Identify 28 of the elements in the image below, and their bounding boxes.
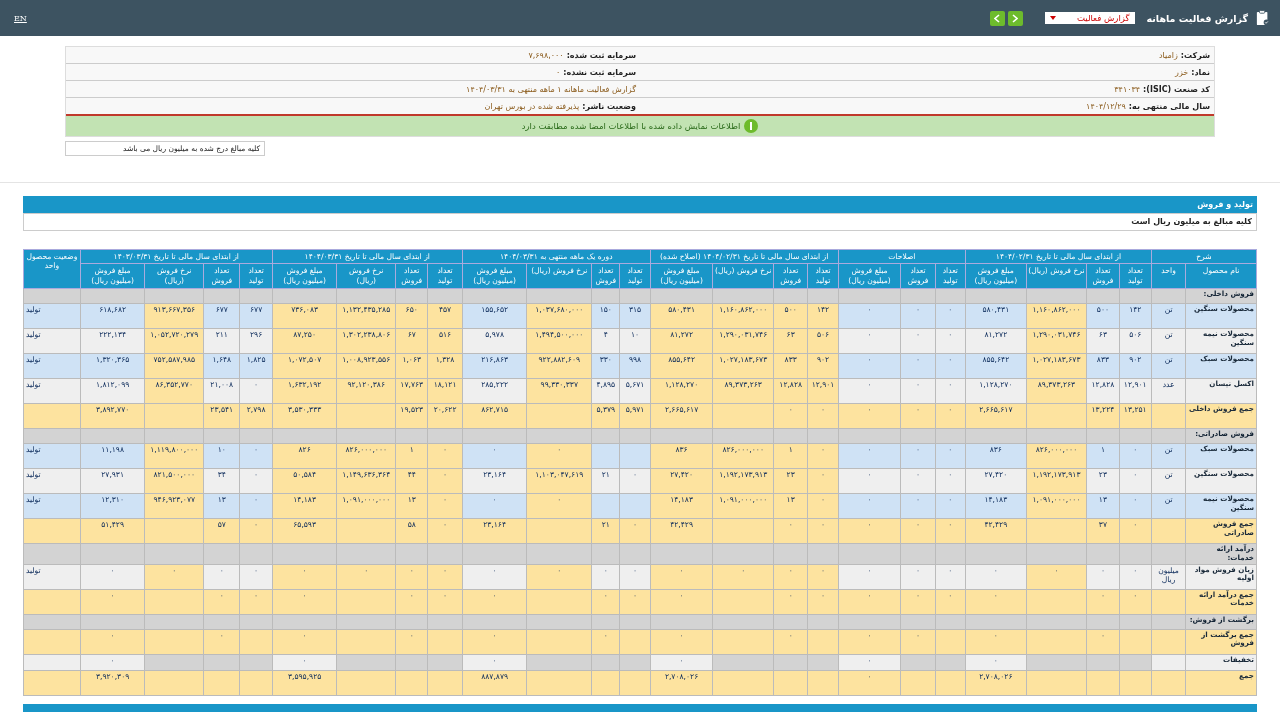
info-value: خزر	[1175, 67, 1189, 77]
info-label: کد صنعت (ISIC):	[1143, 84, 1210, 94]
chevron-left-icon	[994, 13, 1001, 23]
info-value: ۳۴۱۰۳۴	[1114, 84, 1141, 94]
info-label: وضعیت ناشر:	[582, 101, 636, 111]
info-value: پذیرفته شده در بورس تهران	[484, 101, 580, 111]
section-note: کلیه مبالغ به میلیون ریال است	[23, 213, 1257, 231]
info-label: سال مالی منتهی به:	[1128, 101, 1210, 111]
info-value: گزارش فعالیت ماهانه ۱ ماهه منتهی به ۱۴۰۴/۰۳/۳۱	[466, 84, 636, 94]
language-link[interactable]: EN	[14, 13, 27, 23]
page-title: گزارش فعالیت ماهانه	[1146, 12, 1248, 24]
info-value: ۷,۶۹۸,۰۰۰	[528, 50, 564, 60]
info-value: زامیاد	[1159, 50, 1178, 60]
info-value: ۱۴۰۴/۱۲/۲۹	[1086, 101, 1126, 111]
info-value: ۰	[556, 67, 561, 77]
chevron-right-icon	[1012, 13, 1019, 23]
section-header: تولید و فروش	[23, 196, 1257, 213]
notice-text: اطلاعات نمایش داده شده با اطلاعات امضا شده مطابقت دارد	[521, 121, 741, 131]
caret-icon	[1049, 16, 1056, 20]
info-icon	[744, 119, 759, 133]
next-button[interactable]	[1007, 10, 1023, 26]
report-select[interactable]: گزارش فعالیت	[1044, 12, 1135, 24]
info-label: نماد:	[1191, 67, 1210, 77]
info-label: سرمایه ثبت نشده:	[563, 67, 636, 77]
info-label: سرمایه ثبت شده:	[566, 50, 636, 60]
info-label: شرکت:	[1180, 50, 1210, 60]
previous-button[interactable]	[989, 10, 1005, 26]
clipboard-icon	[1256, 10, 1270, 26]
